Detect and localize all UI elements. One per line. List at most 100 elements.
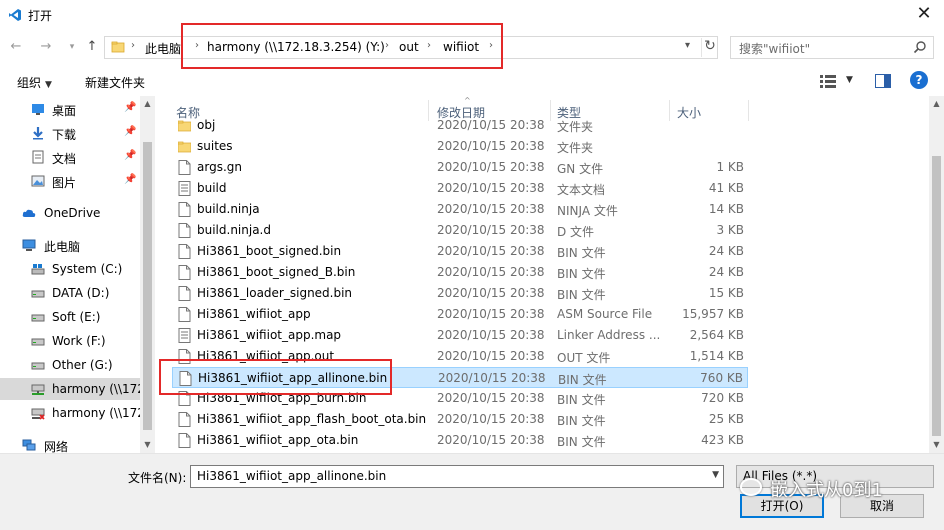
help-icon[interactable]: ? (910, 71, 928, 89)
filename-input[interactable]: Hi3861_wifiiot_app_allinone.bin ▼ (190, 465, 724, 488)
file-row[interactable]: build.ninja 2020/10/15 20:38 NINJA 文件 14 KB (172, 199, 748, 220)
sidebar-item-pictures[interactable]: 图片 📌 (0, 170, 140, 192)
sidebar-item-work-f[interactable]: Work (F:) (0, 330, 140, 352)
pin-icon: 📌 (124, 126, 137, 137)
file-row[interactable]: Hi3861_wifiiot_app_allinone.bin 2020/10/1… (172, 367, 748, 388)
file-row[interactable]: suites 2020/10/15 20:38 文件夹 (172, 136, 748, 157)
sidebar-item-this-pc[interactable]: 此电脑 (0, 234, 140, 256)
sidebar-scroll-thumb[interactable] (143, 142, 152, 430)
file-date: 2020/10/15 20:38 (438, 371, 546, 385)
sidebar-item-harmony-y[interactable]: harmony (\\172 (0, 378, 140, 400)
preview-pane-icon[interactable] (875, 74, 891, 88)
search-input[interactable]: 搜索"wifiiot" (730, 36, 934, 59)
file-name: Hi3861_wifiiot_app_flash_boot_ota.bin (197, 412, 427, 426)
file-list-scroll-thumb[interactable] (932, 156, 941, 436)
file-row[interactable]: Hi3861_wifiiot_app_burn.bin 2020/10/15 20… (172, 388, 748, 409)
file-type: Linker Address ... (557, 328, 661, 342)
file-row[interactable]: Hi3861_wifiiot_app_ota.bin 2020/10/15 20:… (172, 430, 748, 451)
close-icon[interactable]: ✕ (914, 3, 934, 25)
sidebar-item-onedrive[interactable]: OneDrive (0, 202, 140, 224)
file-date: 2020/10/15 20:38 (437, 328, 545, 342)
scroll-up-icon[interactable]: ▲ (140, 99, 155, 108)
breadcrumb-separator: › (385, 40, 389, 51)
file-name: Hi3861_wifiiot_app.out (197, 349, 335, 363)
file-type: BIN 文件 (557, 246, 606, 260)
scroll-down-icon[interactable]: ▼ (140, 440, 155, 449)
file-row[interactable]: Hi3861_boot_signed.bin 2020/10/15 20:38 BI… (172, 241, 748, 262)
file-icon (178, 349, 191, 364)
sidebar-item-label: 桌面 (52, 104, 77, 118)
file-row[interactable]: Hi3861_loader_signed.bin 2020/10/15 20:38… (172, 283, 748, 304)
view-options-icon[interactable] (820, 74, 836, 88)
sidebar-item-network[interactable]: 网络 (0, 434, 140, 453)
file-row[interactable]: Hi3861_wifiiot_app_flash_boot_ota.bin 202… (172, 409, 748, 430)
refresh-icon[interactable]: ↻ (701, 38, 718, 57)
up-arrow-icon[interactable]: ↑ (84, 39, 100, 55)
file-row[interactable]: args.gn 2020/10/15 20:38 GN 文件 1 KB (172, 157, 748, 178)
address-bar[interactable]: › 此电脑 › harmony (\\172.18.3.254) (Y:) › … (104, 36, 718, 59)
file-name: Hi3861_wifiiot_app_ota.bin (197, 433, 359, 447)
file-type: 文件夹 (557, 141, 594, 155)
scroll-down-icon[interactable]: ▼ (929, 440, 944, 449)
drive-icon (31, 314, 45, 322)
file-type: 文本文档 (557, 183, 606, 197)
breadcrumb-this-pc[interactable]: 此电脑 (145, 40, 181, 57)
search-icon (913, 41, 926, 54)
file-date: 2020/10/15 20:38 (437, 349, 545, 363)
file-type: BIN 文件 (557, 435, 606, 449)
file-size: 3 KB (716, 223, 744, 237)
sidebar-item-harmony-disconnected[interactable]: harmony (\\172 (0, 402, 140, 424)
file-type: BIN 文件 (557, 393, 606, 407)
file-row[interactable]: build.ninja.d 2020/10/15 20:38 D 文件 3 KB (172, 220, 748, 241)
organize-label: 组织 (17, 76, 42, 90)
chevron-down-icon[interactable]: ▼ (846, 75, 853, 85)
sidebar-item-label: Soft (E:) (52, 310, 101, 324)
breadcrumb-out[interactable]: out (399, 40, 419, 54)
file-name: obj (197, 118, 216, 132)
sidebar-item-system-c[interactable]: System (C:) (0, 258, 140, 280)
scroll-up-icon[interactable]: ▲ (929, 99, 944, 108)
file-row[interactable]: Hi3861_wifiiot_app.map 2020/10/15 20:38 Li… (172, 325, 748, 346)
window-title: 打开 (28, 9, 53, 23)
new-folder-button[interactable]: 新建文件夹 (85, 74, 145, 91)
watermark-text: 嵌入式从0到1 (770, 480, 883, 501)
sidebar-item-label: Work (F:) (52, 334, 106, 348)
file-list: obj 2020/10/15 20:38 文件夹 suites 2020/10/15 2… (168, 116, 928, 453)
file-size: 2,564 KB (689, 328, 744, 342)
file-date: 2020/10/15 20:38 (437, 244, 545, 258)
drive-icon (31, 338, 45, 346)
file-size: 14 KB (708, 202, 744, 216)
file-date: 2020/10/15 20:38 (437, 202, 545, 216)
file-size: 24 KB (708, 265, 744, 279)
forward-arrow-icon[interactable]: → (38, 39, 54, 55)
file-date: 2020/10/15 20:38 (437, 223, 545, 237)
sidebar-item-desktop[interactable]: 桌面 📌 (0, 98, 140, 120)
sidebar-item-soft-e[interactable]: Soft (E:) (0, 306, 140, 328)
breadcrumb-harmony[interactable]: harmony (\\172.18.3.254) (Y:) (207, 40, 385, 54)
chevron-down-icon[interactable]: ▼ (712, 470, 719, 480)
recent-chevron-icon[interactable]: ▾ (64, 39, 80, 55)
file-size: 1,514 KB (689, 349, 744, 363)
file-row[interactable]: build 2020/10/15 20:38 文本文档 41 KB (172, 178, 748, 199)
network-icon (22, 439, 36, 451)
file-name: build.ninja (197, 202, 260, 216)
sidebar-item-other-g[interactable]: Other (G:) (0, 354, 140, 376)
breadcrumb-separator: › (131, 40, 135, 51)
file-name: build (197, 181, 227, 195)
file-row[interactable]: Hi3861_wifiiot_app.out 2020/10/15 20:38 OU… (172, 346, 748, 367)
breadcrumb-wifiiot[interactable]: wifiiot (443, 40, 479, 54)
file-icon (178, 412, 191, 427)
file-row[interactable]: Hi3861_wifiiot_app 2020/10/15 20:38 ASM So… (172, 304, 748, 325)
sidebar-item-downloads[interactable]: 下载 📌 (0, 122, 140, 144)
file-row[interactable]: obj 2020/10/15 20:38 文件夹 (172, 116, 748, 136)
file-type: D 文件 (557, 225, 595, 239)
file-row[interactable]: Hi3861_boot_signed_B.bin 2020/10/15 20:38… (172, 262, 748, 283)
organize-button[interactable]: 组织 ▼ (17, 74, 52, 91)
wechat-logo-icon (740, 478, 762, 496)
download-icon (33, 127, 43, 140)
address-dropdown-icon[interactable]: ▾ (685, 40, 690, 51)
back-arrow-icon[interactable]: ← (8, 39, 24, 55)
sidebar-item-data-d[interactable]: DATA (D:) (0, 282, 140, 304)
breadcrumb-separator: › (427, 40, 431, 51)
sidebar-item-documents[interactable]: 文档 📌 (0, 146, 140, 168)
